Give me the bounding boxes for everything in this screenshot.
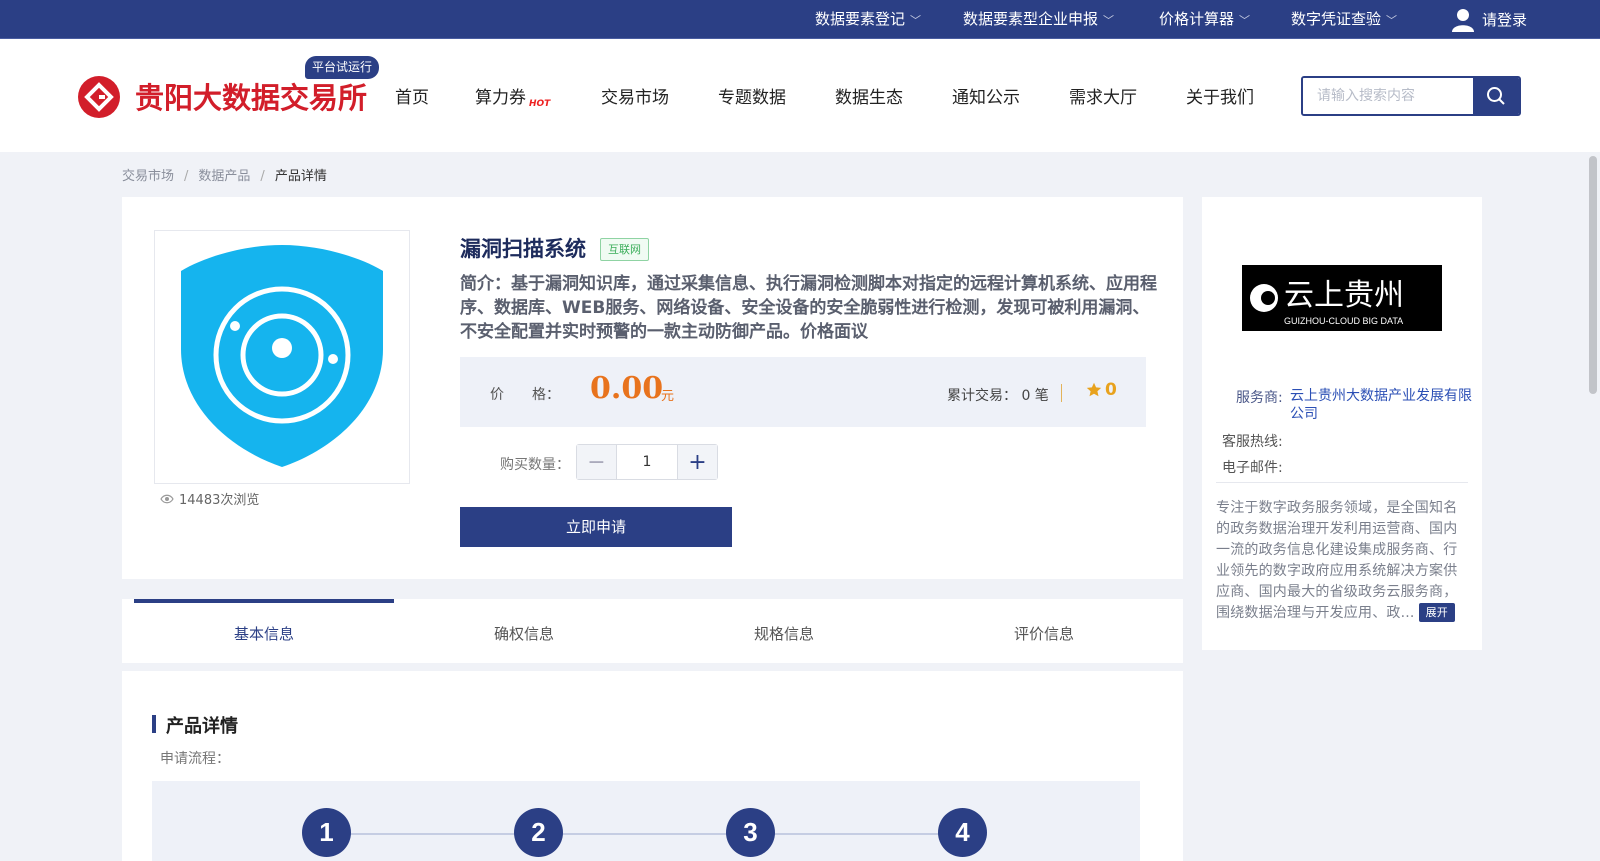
chevron-down-icon: ﹀: [1239, 14, 1251, 27]
logo-icon[interactable]: [78, 76, 120, 118]
expand-button[interactable]: 展开: [1418, 603, 1455, 622]
hotline-label: 客服热线:: [1222, 434, 1283, 450]
nav-compute-voucher[interactable]: 算力券 HOT: [475, 83, 550, 109]
nav-notices[interactable]: 通知公示: [952, 83, 1020, 108]
trial-badge: 平台试运行: [305, 56, 380, 79]
breadcrumb-separator: /: [260, 169, 265, 184]
nav-demand-hall[interactable]: 需求大厅: [1069, 83, 1137, 108]
search-input[interactable]: [1303, 78, 1473, 114]
provider-link[interactable]: 云上贵州大数据产业发展有限公司: [1290, 387, 1475, 423]
star-icon: [1086, 382, 1102, 397]
search-box: [1301, 76, 1521, 116]
topbar-link-enterprise-declaration[interactable]: 数据要素型企业申报 ﹀: [963, 0, 1114, 39]
flow-connector: [350, 833, 980, 835]
flow-step-1: 1: [302, 808, 351, 857]
chevron-down-icon: ﹀: [1386, 14, 1398, 27]
nav-about-us[interactable]: 关于我们: [1186, 83, 1254, 108]
login-link[interactable]: 请登录: [1452, 0, 1527, 39]
decrease-button[interactable]: −: [577, 445, 617, 479]
main-header: 贵阳大数据交易所 平台试运行 首页 算力券 HOT 交易市场 专题数据 数据生态 …: [0, 39, 1600, 152]
svg-text:GUIZHOU-CLOUD BIG DATA: GUIZHOU-CLOUD BIG DATA: [1284, 316, 1403, 326]
chevron-down-icon: ﹀: [910, 14, 922, 27]
price-label: 价 格：: [490, 387, 560, 403]
nav-trading-market[interactable]: 交易市场: [601, 83, 669, 108]
nav-topic-data[interactable]: 专题数据: [718, 83, 786, 108]
quantity-stepper: − 1 +: [576, 444, 718, 480]
section-title: 产品详情: [152, 712, 238, 738]
vendor-logo: 云上贵州 GUIZHOU-CLOUD BIG DATA: [1242, 265, 1442, 331]
application-flow: 1 2 3 4: [152, 781, 1140, 861]
trade-count: 累计交易： 0 笔: [947, 388, 1049, 404]
user-icon: [1452, 8, 1474, 32]
site-logo-text[interactable]: 贵阳大数据交易所: [135, 75, 367, 117]
flow-label: 申请流程：: [160, 751, 230, 767]
search-icon: [1487, 87, 1505, 105]
topbar-link-data-registration[interactable]: 数据要素登记 ﹀: [815, 0, 921, 39]
breadcrumb-separator: /: [184, 169, 189, 184]
flow-step-3: 3: [726, 808, 775, 857]
chevron-down-icon: ﹀: [1103, 14, 1115, 27]
product-card: 14483次浏览 漏洞扫描系统 互联网 简介：基于漏洞知识库，通过采集信息、执行…: [122, 197, 1183, 579]
tab-review-info[interactable]: 评价信息: [914, 599, 1174, 663]
topbar-link-certificate-check[interactable]: 数字凭证查验 ﹀: [1291, 0, 1397, 39]
hot-badge: HOT: [529, 99, 551, 109]
provider-label: 服务商:: [1236, 390, 1283, 406]
email-label: 电子邮件:: [1222, 460, 1283, 476]
breadcrumb-data-products[interactable]: 数据产品: [198, 169, 250, 184]
price-panel: 价 格： 0.00 元 累计交易： 0 笔 0: [460, 357, 1146, 427]
scrollbar-thumb[interactable]: [1589, 156, 1597, 394]
divider: [1061, 384, 1062, 402]
rating: 0: [1086, 380, 1117, 400]
tab-rights-info[interactable]: 确权信息: [394, 599, 654, 663]
tab-basic-info[interactable]: 基本信息: [134, 599, 394, 663]
nav-home[interactable]: 首页: [395, 83, 429, 108]
price-value: 0.00: [590, 371, 664, 406]
flow-step-2: 2: [514, 808, 563, 857]
product-description: 简介：基于漏洞知识库，通过采集信息、执行漏洞检测脚本对指定的远程计算机系统、应用…: [460, 274, 1157, 342]
search-button[interactable]: [1473, 78, 1519, 114]
breadcrumb-trading-market[interactable]: 交易市场: [122, 169, 174, 184]
topbar-link-price-calculator[interactable]: 价格计算器 ﹀: [1159, 0, 1250, 39]
view-count: 14483次浏览: [160, 489, 259, 508]
price-unit: 元: [661, 389, 675, 404]
product-title: 漏洞扫描系统: [460, 237, 586, 261]
category-tag: 互联网: [600, 238, 649, 261]
apply-button[interactable]: 立即申请: [460, 507, 732, 547]
nav-data-ecosystem[interactable]: 数据生态: [835, 83, 903, 108]
svg-text:云上贵州: 云上贵州: [1284, 278, 1404, 313]
tab-spec-info[interactable]: 规格信息: [654, 599, 914, 663]
top-bar: 数据要素登记 ﹀ 数据要素型企业申报 ﹀ 价格计算器 ﹀ 数字凭证查验 ﹀ 请登录: [0, 0, 1600, 39]
breadcrumb-current: 产品详情: [274, 169, 327, 184]
breadcrumb: 交易市场 / 数据产品 / 产品详情: [122, 165, 327, 184]
increase-button[interactable]: +: [677, 445, 717, 479]
shield-icon: [181, 245, 383, 467]
flow-step-4: 4: [938, 808, 987, 857]
quantity-input[interactable]: 1: [617, 445, 677, 479]
product-detail-section: 产品详情 申请流程： 1 2 3 4: [122, 671, 1183, 861]
vendor-card: 云上贵州 GUIZHOU-CLOUD BIG DATA 服务商: 云上贵州大数据…: [1202, 197, 1482, 650]
vendor-intro: 专注于数字政务服务领域，是全国知名的政务数据治理开发利用运营商、国内一流的政务信…: [1216, 500, 1458, 622]
detail-tabs: 基本信息 确权信息 规格信息 评价信息: [122, 599, 1183, 663]
product-image: [154, 230, 410, 484]
eye-icon: [160, 494, 174, 503]
divider: [1216, 482, 1468, 483]
quantity-label: 购买数量：: [500, 457, 570, 473]
